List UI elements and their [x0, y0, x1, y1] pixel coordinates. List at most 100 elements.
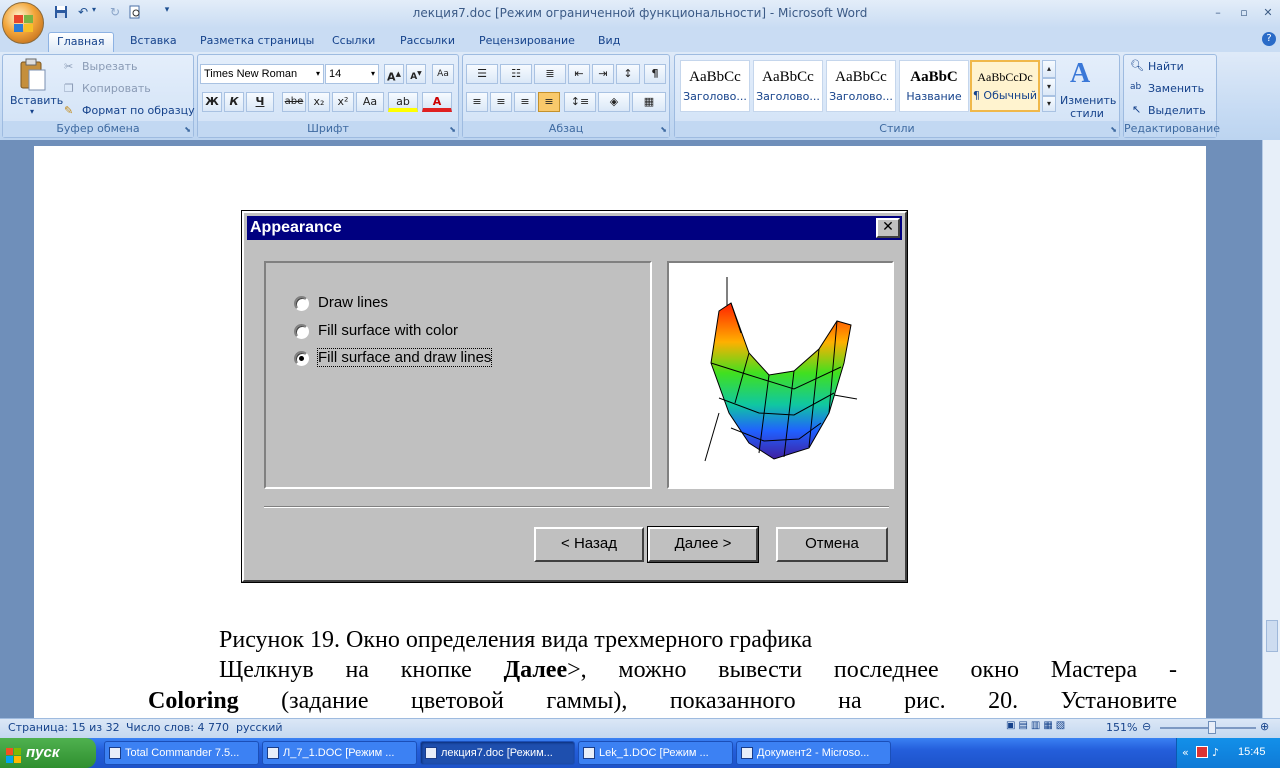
dialog-close-icon[interactable]: ✕ — [876, 218, 900, 238]
zoom-slider-thumb[interactable] — [1208, 721, 1216, 734]
style-title[interactable]: AaBbC Название — [899, 60, 969, 112]
format-painter-icon[interactable]: ✎ — [64, 104, 73, 117]
language-flag-icon[interactable] — [1196, 746, 1208, 758]
dialog-launcher-icon[interactable]: ⬊ — [1110, 125, 1117, 134]
strikethrough-button[interactable]: abe — [282, 92, 306, 112]
style-name: Заголово... — [683, 90, 747, 103]
office-button[interactable] — [2, 2, 44, 44]
change-case-button[interactable]: Aa — [356, 92, 384, 112]
tab-mailings[interactable]: Рассылки — [392, 32, 463, 52]
taskbar-item-label: Total Commander 7.5... — [125, 747, 240, 759]
bullets-icon[interactable]: ☰ — [466, 64, 498, 84]
font-name-value: Times New Roman — [204, 68, 298, 80]
style-heading1[interactable]: AaBbCc Заголово... — [680, 60, 750, 112]
style-normal[interactable]: AaBbCcDc ¶ Обычный — [970, 60, 1040, 112]
language-indicator[interactable]: русский — [236, 721, 283, 734]
zoom-in-icon[interactable]: ⊕ — [1260, 720, 1269, 733]
window-title: лекция7.doc [Режим ограниченной функцион… — [412, 6, 868, 20]
dialog-launcher-icon[interactable]: ⬊ — [660, 125, 667, 134]
radio-draw-lines[interactable]: Draw lines — [294, 294, 524, 314]
align-left-icon[interactable]: ≡ — [466, 92, 488, 112]
styles-scroll-up-icon[interactable]: ▴ — [1042, 60, 1056, 78]
grow-font-icon[interactable]: A▲ — [384, 64, 404, 84]
copy-button[interactable]: Копировать — [82, 82, 151, 95]
align-center-icon[interactable]: ≡ — [490, 92, 512, 112]
increase-indent-icon[interactable]: ⇥ — [592, 64, 614, 84]
shrink-font-icon[interactable]: A▼ — [406, 64, 426, 84]
close-button[interactable]: ✕ — [1258, 6, 1278, 20]
zoom-out-icon[interactable]: ⊖ — [1142, 720, 1151, 733]
highlight-icon[interactable]: ab — [388, 92, 418, 112]
scroll-thumb[interactable] — [1266, 620, 1278, 652]
tab-view[interactable]: Вид — [590, 32, 628, 52]
tab-references[interactable]: Ссылки — [324, 32, 383, 52]
taskbar-item[interactable]: Л_7_1.DOC [Режим ... — [262, 741, 417, 765]
cancel-button[interactable]: Отмена — [776, 527, 888, 562]
tray-collapse-icon[interactable]: « — [1182, 746, 1189, 759]
line-spacing-icon[interactable]: ↕≡ — [564, 92, 596, 112]
text-run: (задание цветовой гаммы), показанного на… — [238, 688, 1177, 714]
paste-icon[interactable] — [18, 58, 48, 92]
styles-scroll-down-icon[interactable]: ▾ — [1042, 78, 1056, 96]
tab-insert[interactable]: Вставка — [122, 32, 185, 52]
view-buttons[interactable]: ▣▤▥▦▧ — [1006, 720, 1098, 736]
show-marks-button[interactable]: ¶ — [644, 64, 666, 84]
font-size-combo[interactable]: 14 ▾ — [325, 64, 379, 84]
clock[interactable]: 15:45 — [1238, 746, 1266, 758]
vertical-scrollbar[interactable] — [1262, 140, 1280, 718]
borders-icon[interactable]: ▦ — [632, 92, 666, 112]
style-sample: AaBbC — [910, 69, 958, 85]
style-heading2[interactable]: AaBbCc Заголово... — [753, 60, 823, 112]
tab-review[interactable]: Рецензирование — [471, 32, 583, 52]
decrease-indent-icon[interactable]: ⇤ — [568, 64, 590, 84]
numbering-icon[interactable]: ☷ — [500, 64, 532, 84]
radio-fill-and-lines[interactable]: Fill surface and draw lines — [294, 348, 524, 369]
page-indicator[interactable]: Страница: 15 из 32 — [8, 721, 120, 734]
maximize-button[interactable]: ▫ — [1234, 6, 1254, 20]
minimize-button[interactable]: – — [1208, 6, 1228, 20]
dialog-launcher-icon[interactable]: ⬊ — [184, 125, 191, 134]
find-button[interactable]: Найти — [1148, 60, 1184, 73]
clear-format-icon[interactable]: Aa — [432, 64, 454, 84]
dialog-launcher-icon[interactable]: ⬊ — [449, 125, 456, 134]
zoom-level[interactable]: 151% — [1106, 721, 1137, 734]
format-painter-button[interactable]: Формат по образцу — [82, 104, 195, 117]
align-right-icon[interactable]: ≡ — [514, 92, 536, 112]
start-button[interactable]: пуск — [0, 738, 96, 768]
replace-button[interactable]: Заменить — [1148, 82, 1204, 95]
underline-button[interactable]: Ч — [246, 92, 274, 112]
paste-dropdown-icon[interactable]: ▾ — [30, 107, 34, 116]
tab-home[interactable]: Главная — [48, 32, 114, 52]
taskbar-item[interactable]: Total Commander 7.5... — [104, 741, 259, 765]
select-button[interactable]: Выделить — [1148, 104, 1206, 117]
bold-button[interactable]: Ж — [202, 92, 222, 112]
shading-icon[interactable]: ◈ — [598, 92, 630, 112]
superscript-button[interactable]: x² — [332, 92, 354, 112]
radio-label: Fill surface and draw lines — [316, 348, 493, 367]
font-name-combo[interactable]: Times New Roman ▾ — [200, 64, 324, 84]
copy-icon[interactable]: ❐ — [64, 82, 74, 95]
change-styles-button[interactable]: Изменить стили — [1060, 94, 1116, 120]
radio-fill-surface[interactable]: Fill surface with color — [294, 322, 524, 342]
appearance-dialog-figure: Appearance ✕ Draw lines Fill surface wit… — [242, 211, 907, 582]
multilevel-list-icon[interactable]: ≣ — [534, 64, 566, 84]
font-color-icon[interactable]: A — [422, 92, 452, 112]
taskbar-item-active[interactable]: лекция7.doc [Режим... — [420, 741, 575, 765]
sort-icon[interactable]: ↕ — [616, 64, 640, 84]
next-button[interactable]: Далее > — [648, 527, 758, 562]
subscript-button[interactable]: x₂ — [308, 92, 330, 112]
taskbar-item[interactable]: Lek_1.DOC [Режим ... — [578, 741, 733, 765]
cut-button[interactable]: Вырезать — [82, 60, 137, 73]
styles-more-icon[interactable]: ▾ — [1042, 96, 1056, 112]
word-count[interactable]: Число слов: 4 770 — [126, 721, 229, 734]
italic-button[interactable]: К — [224, 92, 244, 112]
justify-icon[interactable]: ≡ — [538, 92, 560, 112]
paste-button[interactable]: Вставить — [10, 94, 63, 107]
volume-icon[interactable]: ♪ — [1212, 746, 1219, 759]
help-icon[interactable]: ? — [1262, 32, 1276, 46]
tab-page-layout[interactable]: Разметка страницы — [192, 32, 322, 52]
taskbar-item[interactable]: Документ2 - Microso... — [736, 741, 891, 765]
back-button[interactable]: < Назад — [534, 527, 644, 562]
cut-icon[interactable]: ✂ — [64, 60, 73, 73]
style-heading3[interactable]: AaBbCc Заголово... — [826, 60, 896, 112]
